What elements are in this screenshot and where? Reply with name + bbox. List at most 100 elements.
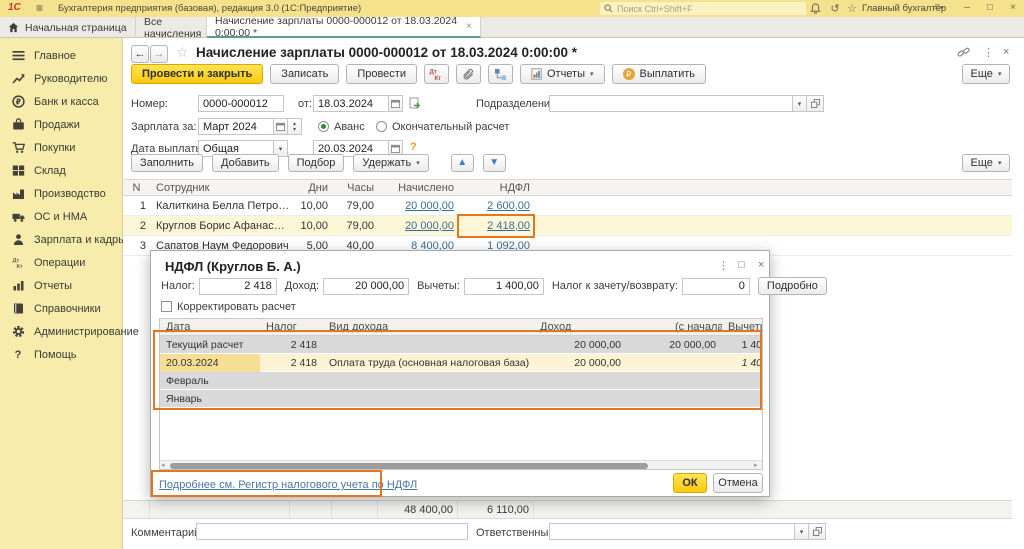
more-button-table[interactable]: Еще▾ [962,154,1010,172]
comment-input[interactable] [196,523,468,540]
cell-income: 20 000,00 [534,357,631,369]
responsible-label: Ответственный: [476,527,558,539]
adjust-calc-checkbox[interactable] [161,301,172,312]
tab-close-icon[interactable]: × [466,21,472,32]
ndfl-row-current[interactable]: Текущий расчет 2 418 20 000,00 20 000,00… [160,336,762,354]
tab-salary-accrual[interactable]: Начисление зарплаты 0000-000012 от 18.03… [207,17,481,38]
sidebar-item-administration[interactable]: Администрирование [0,320,122,343]
ndfl-row-january[interactable]: Январь [160,390,762,408]
dropdown-arrow-icon[interactable]: ▾ [793,95,807,112]
sidebar-item-main[interactable]: Главное [0,44,122,67]
sidebar-item-label: Отчеты [34,280,72,292]
tax-input[interactable] [199,278,277,295]
sidebar-item-warehouse[interactable]: Склад [0,159,122,182]
save-button[interactable]: Записать [270,64,339,84]
warehouse-grid-icon [11,164,25,178]
sidebar-item-manager[interactable]: Руководителю [0,67,122,90]
ndfl-link[interactable]: 2 600,00 [487,200,530,212]
ndfl-row-selected[interactable]: 20.03.2024 2 418 Оплата труда (основная … [160,354,762,372]
scroll-left-arrow[interactable]: ◂ [161,461,165,469]
global-search[interactable] [600,2,806,15]
get-link-icon[interactable] [957,46,970,62]
date-input[interactable] [313,95,389,112]
back-button[interactable]: ← [131,45,149,63]
move-down-button[interactable]: ▼ [483,154,506,172]
page-title: Начисление зарплаты 0000-000012 от 18.03… [196,45,577,60]
withhold-button[interactable]: Удержать▾ [353,154,428,172]
hamburger-menu-icon[interactable]: ≡ [36,1,43,15]
forward-button[interactable]: → [150,45,168,63]
sidebar-item-reports[interactable]: Отчеты [0,274,122,297]
sidebar-item-production[interactable]: Производство [0,182,122,205]
accrued-link[interactable]: 20 000,00 [405,220,454,232]
calendar-icon[interactable] [274,118,288,135]
salary-for-input[interactable] [198,118,274,135]
ok-button[interactable]: ОК [673,473,707,493]
history-icon[interactable]: ↺ [826,2,844,15]
sidebar-item-sales[interactable]: Продажи [0,113,122,136]
sidebar-item-purchases[interactable]: Покупки [0,136,122,159]
dialog-maximize-icon[interactable]: □ [738,259,745,271]
sidebar-item-operations[interactable]: ДтКт Операции [0,251,122,274]
move-up-button[interactable]: ▲ [451,154,474,172]
pick-button[interactable]: Подбор [288,154,345,172]
notifications-bell-icon[interactable] [810,3,821,14]
dialog-close-icon[interactable]: × [758,259,764,271]
advance-radio[interactable] [318,121,329,132]
window-close-icon[interactable]: × [1004,2,1022,13]
more-button-top[interactable]: Еще▾ [962,64,1010,84]
accrued-link[interactable]: 20 000,00 [405,200,454,212]
favorite-star-icon[interactable]: ☆ [176,44,189,61]
open-link-icon[interactable] [809,523,826,540]
sidebar-item-fixed-assets[interactable]: ОС и НМА [0,205,122,228]
horizontal-scrollbar[interactable]: ◂ ▸ [160,460,762,470]
structure-button[interactable] [488,64,513,84]
scrollbar-thumb[interactable] [170,463,648,469]
sidebar-item-salary-hr[interactable]: Зарплата и кадры [0,228,122,251]
ndfl-register-link[interactable]: Подробнее см. Регистр налогового учета п… [159,479,417,491]
more-label: Еще [971,157,993,169]
window-maximize-icon[interactable]: □ [981,2,999,13]
table-row-selected[interactable]: 2 Круглов Борис Афанасье… 10,00 79,00 20… [123,216,1012,236]
attachments-button[interactable] [456,64,481,84]
details-button[interactable]: Подробно [758,277,827,295]
open-link-icon[interactable] [807,95,824,112]
ndfl-row-february[interactable]: Февраль [160,372,762,390]
dropdown-arrow-icon[interactable]: ▾ [795,523,809,540]
income-input[interactable] [323,278,409,295]
tab-all-accruals[interactable]: Все начисления × [136,17,207,38]
help-question-icon[interactable]: ? [410,141,417,153]
department-input[interactable] [549,95,793,112]
sidebar-item-bank-cash[interactable]: ₽ Банк и касса [0,90,122,113]
scroll-right-arrow[interactable]: ▸ [754,461,758,469]
close-form-icon[interactable]: × [1003,46,1009,58]
final-calc-radio[interactable] [376,121,387,132]
post-and-close-button[interactable]: Провести и закрыть [131,64,263,84]
calendar-icon[interactable] [389,95,403,112]
fill-button[interactable]: Заполнить [131,154,203,172]
dt-kt-button[interactable]: ДтКт [424,64,449,84]
service-menu-icon[interactable]: ≡▾ [930,2,948,13]
search-input[interactable] [617,4,797,14]
more-actions-icon[interactable]: ⋮ [983,46,994,59]
pay-button[interactable]: ₽ Выплатить [612,64,706,84]
reports-button[interactable]: Отчеты ▾ [520,64,605,84]
post-button[interactable]: Провести [346,64,417,84]
cancel-button[interactable]: Отмена [713,473,763,493]
dialog-title: НДФЛ (Круглов Б. А.) [165,259,301,274]
deductions-input[interactable] [464,278,544,295]
table-row[interactable]: 1 Калиткина Белла Петровна 10,00 79,00 2… [123,196,1012,216]
dialog-kebab-icon[interactable]: ⋮ [718,259,729,272]
add-button[interactable]: Добавить [212,154,279,172]
spin-buttons[interactable]: ▴▾ [288,118,302,135]
window-minimize-icon[interactable]: – [958,2,976,13]
set-current-date-icon[interactable] [409,97,422,113]
sidebar-item-directories[interactable]: Справочники [0,297,122,320]
offset-input[interactable] [682,278,750,295]
number-input[interactable] [198,95,284,112]
responsible-input[interactable] [549,523,795,540]
favorites-star-icon[interactable]: ☆ [843,2,861,15]
ndfl-link[interactable]: 2 418,00 [487,220,530,232]
tab-home[interactable]: Начальная страница [0,17,136,38]
sidebar-item-help[interactable]: ? Помощь [0,343,122,366]
